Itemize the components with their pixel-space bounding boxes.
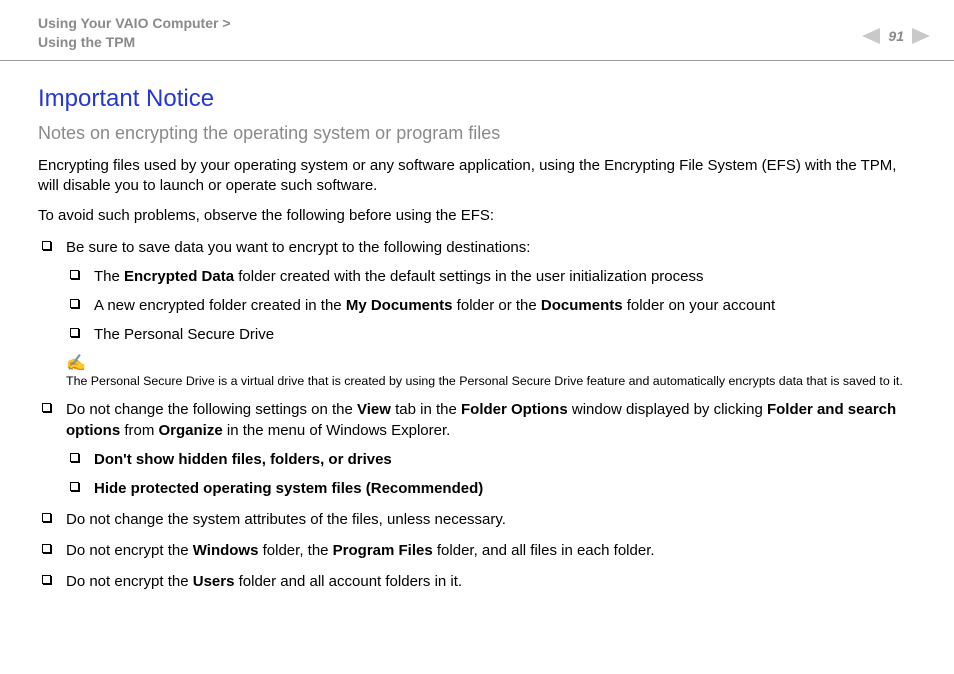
note-pencil-icon: ✍ bbox=[66, 353, 916, 375]
text: tab in the bbox=[391, 401, 461, 418]
text: Do not encrypt the bbox=[66, 542, 193, 559]
breadcrumb-separator: > bbox=[222, 15, 230, 31]
note-block: ✍ The Personal Secure Drive is a virtual… bbox=[66, 353, 916, 390]
square-bullet-icon bbox=[42, 575, 51, 584]
text: folder or the bbox=[453, 297, 541, 314]
text: folder and all account folders in it. bbox=[234, 573, 462, 590]
square-bullet-icon bbox=[42, 544, 51, 553]
bold: View bbox=[357, 401, 391, 418]
sub-bullet-my-documents: A new encrypted folder created in the My… bbox=[66, 295, 916, 316]
text: window displayed by clicking bbox=[568, 401, 767, 418]
intro-paragraph-1: Encrypting files used by your operating … bbox=[38, 156, 916, 197]
text: The Personal Secure Drive bbox=[94, 326, 274, 343]
text: Do not change the system attributes of t… bbox=[66, 511, 506, 528]
text: Do not encrypt the bbox=[66, 573, 193, 590]
bullet-text: Be sure to save data you want to encrypt… bbox=[66, 239, 530, 256]
next-page-button[interactable] bbox=[912, 28, 930, 44]
bold: Users bbox=[193, 573, 235, 590]
text: folder created with the default settings… bbox=[234, 268, 703, 285]
intro-paragraph-2: To avoid such problems, observe the foll… bbox=[38, 206, 916, 226]
square-bullet-icon bbox=[42, 513, 51, 522]
square-bullet-icon bbox=[70, 453, 79, 462]
breadcrumb-bottom: Using the TPM bbox=[38, 33, 231, 52]
note-text: The Personal Secure Drive is a virtual d… bbox=[66, 373, 916, 389]
page-subtitle: Notes on encrypting the operating system… bbox=[38, 123, 916, 144]
bullet-folder-options: Do not change the following settings on … bbox=[38, 399, 916, 499]
bullet-save-destinations: Be sure to save data you want to encrypt… bbox=[38, 237, 916, 390]
bold: Folder Options bbox=[461, 401, 568, 418]
square-bullet-icon bbox=[70, 299, 79, 308]
bullet-windows-folder: Do not encrypt the Windows folder, the P… bbox=[38, 540, 916, 561]
bold: Encrypted Data bbox=[124, 268, 234, 285]
bold: Windows bbox=[193, 542, 259, 559]
pager: 91 bbox=[862, 14, 930, 44]
sub-bullet-encrypted-data: The Encrypted Data folder created with t… bbox=[66, 266, 916, 287]
square-bullet-icon bbox=[70, 328, 79, 337]
bold: Don't show hidden files, folders, or dri… bbox=[94, 451, 392, 468]
bold: Hide protected operating system files (R… bbox=[94, 480, 483, 497]
text: folder, the bbox=[258, 542, 332, 559]
breadcrumb: Using Your VAIO Computer > Using the TPM bbox=[38, 14, 231, 52]
bold: Program Files bbox=[333, 542, 433, 559]
text: folder, and all files in each folder. bbox=[433, 542, 655, 559]
prev-page-button[interactable] bbox=[862, 28, 880, 44]
square-bullet-icon bbox=[42, 241, 51, 250]
bullet-users-folder: Do not encrypt the Users folder and all … bbox=[38, 571, 916, 592]
bold: Organize bbox=[159, 422, 223, 439]
text: from bbox=[120, 422, 158, 439]
breadcrumb-top: Using Your VAIO Computer bbox=[38, 15, 218, 31]
header-bar: Using Your VAIO Computer > Using the TPM… bbox=[0, 0, 954, 61]
page-title: Important Notice bbox=[38, 85, 916, 113]
square-bullet-icon bbox=[70, 482, 79, 491]
bullet-system-attributes: Do not change the system attributes of t… bbox=[38, 509, 916, 530]
text: Do not change the following settings on … bbox=[66, 401, 357, 418]
text: The bbox=[94, 268, 124, 285]
content-area: Important Notice Notes on encrypting the… bbox=[0, 61, 954, 592]
sub-bullet-protected-files: Hide protected operating system files (R… bbox=[66, 478, 916, 499]
bold: Documents bbox=[541, 297, 623, 314]
text: folder on your account bbox=[623, 297, 776, 314]
sub-bullet-hidden-files: Don't show hidden files, folders, or dri… bbox=[66, 449, 916, 470]
text: in the menu of Windows Explorer. bbox=[223, 422, 451, 439]
square-bullet-icon bbox=[70, 270, 79, 279]
text: A new encrypted folder created in the bbox=[94, 297, 346, 314]
square-bullet-icon bbox=[42, 403, 51, 412]
sub-bullet-personal-secure-drive: The Personal Secure Drive bbox=[66, 324, 916, 345]
page-number: 91 bbox=[888, 28, 904, 44]
bold: My Documents bbox=[346, 297, 453, 314]
